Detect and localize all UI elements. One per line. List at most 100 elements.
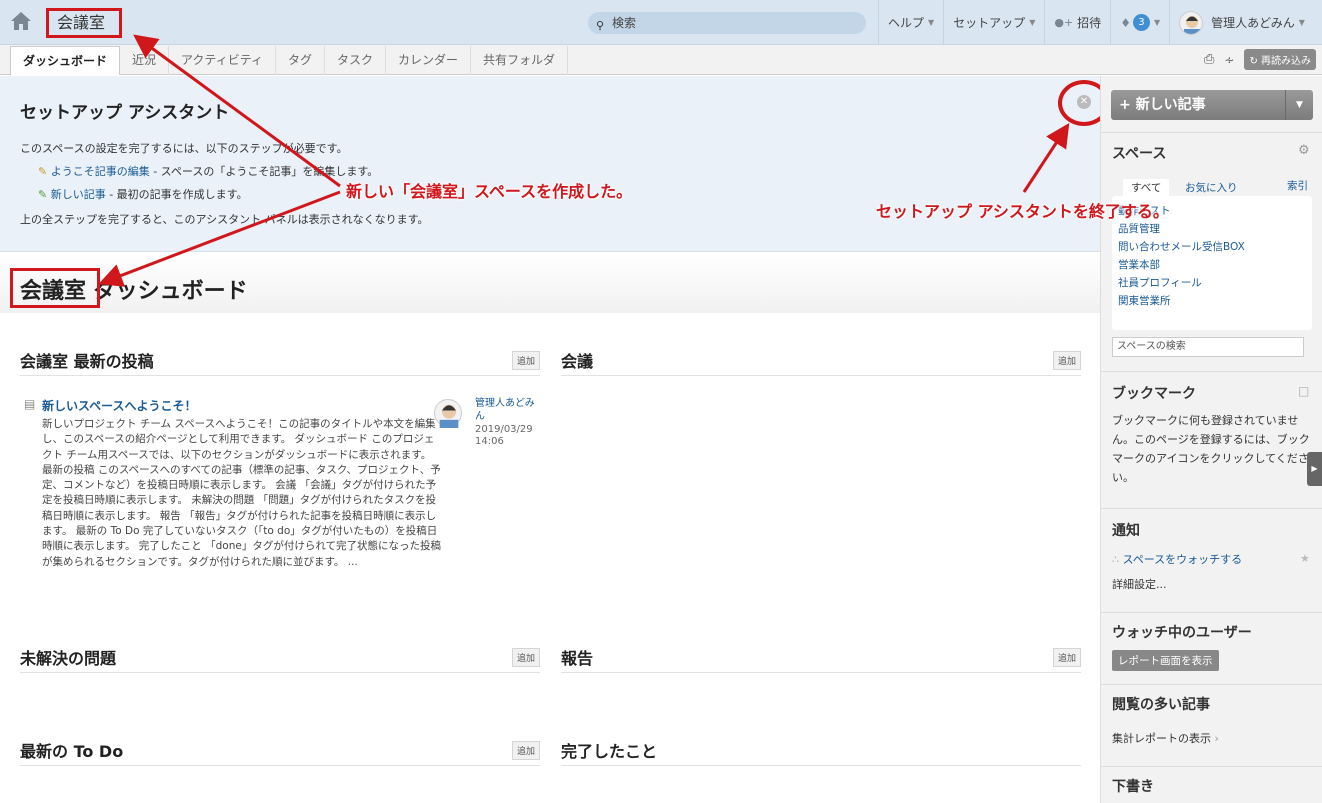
dashboard-annotation-box xyxy=(10,268,100,308)
space-search-input[interactable]: スペースの検索 xyxy=(1112,337,1304,357)
add-user-icon: ●+ xyxy=(1054,16,1074,29)
filter-all-tab[interactable]: すべて xyxy=(1123,179,1170,197)
setup-footer: 上の全ステップを完了すると、このアシスタント パネルは表示されなくなります。 xyxy=(20,213,429,226)
bookmarks-title: ブックマーク xyxy=(1112,386,1196,402)
section-done: 完了したこと xyxy=(561,736,1081,766)
post-title-link[interactable]: 新しいスペースへようこそ！ xyxy=(24,399,197,413)
tab-dashboard[interactable]: ダッシュボード xyxy=(10,46,121,75)
add-button[interactable]: 追加 xyxy=(511,741,540,760)
setup-intro: このスペースの設定を完了するには、以下のステップが必要です。 xyxy=(20,142,348,155)
add-button[interactable]: 追加 xyxy=(1052,648,1081,667)
new-post-label: 新しい記事 xyxy=(1135,97,1206,113)
watch-icon: ∴ xyxy=(1112,553,1119,566)
print-icon[interactable]: ⎙ xyxy=(1204,52,1214,67)
tab-tasks[interactable]: タスク xyxy=(325,46,387,75)
new-post-link[interactable]: 新しい記事 xyxy=(51,188,106,201)
chevron-right-icon: › xyxy=(1214,732,1219,745)
section-title: 報告 xyxy=(561,649,594,668)
chevron-down-icon: ▼ xyxy=(1029,18,1036,27)
add-button[interactable]: 追加 xyxy=(1052,351,1081,370)
list-item[interactable]: 品質管理 xyxy=(1118,220,1306,238)
chevron-down-icon: ▼ xyxy=(1298,18,1305,27)
annotation-close: セットアップ アシスタントを終了する。 xyxy=(876,202,1169,221)
help-menu[interactable]: ヘルプ ▼ xyxy=(878,0,943,45)
section-todo: 最新の To Do 追加 xyxy=(20,736,540,766)
bookmarks-empty-text: ブックマークに何も登録されていません。このページを登録するには、ブックマークのア… xyxy=(1112,414,1310,484)
section-title: 完了したこと xyxy=(561,742,658,761)
user-menu[interactable]: 管理人あどみん ▼ xyxy=(1169,0,1314,45)
post-item: ▤ 新しいスペースへようこそ！ 新しいプロジェクト チーム スペースへようこそ！… xyxy=(24,397,544,568)
new-post-button[interactable]: + 新しい記事 ▼ xyxy=(1111,90,1313,120)
search-input[interactable]: ⚲ 検索 xyxy=(588,12,866,34)
filter-favorites-tab[interactable]: お気に入り xyxy=(1185,179,1238,197)
author-avatar xyxy=(434,399,462,430)
notify-title: 通知 xyxy=(1112,523,1140,539)
notifications-button[interactable]: ♦ 3 ▼ xyxy=(1110,0,1169,45)
list-item[interactable]: 営業本部 xyxy=(1118,256,1306,274)
section-recent-posts: 会議室 最新の投稿 追加 xyxy=(20,346,540,376)
step1-desc: - スペースの「ようこそ記事」を編集します。 xyxy=(149,165,379,178)
tab-shared-folder[interactable]: 共有フォルダ xyxy=(471,46,569,75)
reload-button[interactable]: ↻ 再読み込み xyxy=(1244,49,1316,70)
author-link[interactable]: 管理人あどみん xyxy=(475,397,541,423)
edit-welcome-link[interactable]: ようこそ記事の編集 xyxy=(51,165,150,178)
section-title: 未解決の問題 xyxy=(20,649,117,668)
detail-settings-link[interactable]: 詳細設定... xyxy=(1112,575,1317,594)
stats-report-label: 集計レポートの表示 xyxy=(1112,732,1211,745)
dashboard-title: ダッシュボード xyxy=(86,279,248,304)
tab-recent[interactable]: 近況 xyxy=(120,46,170,75)
section-issues: 未解決の問題 追加 xyxy=(20,643,540,673)
post-date: 2019/03/29 14:06 xyxy=(475,424,533,447)
annotation-created: 新しい「会議室」スペースを作成した。 xyxy=(346,182,633,201)
tab-tags[interactable]: タグ xyxy=(276,46,326,75)
section-title: 最新の To Do xyxy=(20,742,124,761)
section-reports: 報告 追加 xyxy=(561,643,1081,673)
user-name: 管理人あどみん xyxy=(1211,16,1295,30)
section-title: 会議 xyxy=(561,352,594,371)
invite-label: 招待 xyxy=(1077,16,1102,30)
list-item[interactable]: 関東営業所 xyxy=(1118,292,1306,310)
report-button[interactable]: レポート画面を表示 xyxy=(1112,650,1219,671)
star-icon[interactable]: ★ xyxy=(1300,552,1310,565)
spaces-title: スペース xyxy=(1112,146,1167,162)
new-post-icon: ✎ xyxy=(38,188,48,201)
step2-desc: - 最初の記事を作成します。 xyxy=(105,188,248,201)
plus-icon: + xyxy=(1119,97,1131,113)
bookmark-icon[interactable]: □ xyxy=(1298,384,1309,398)
setup-step-edit: ✎ ようこそ記事の編集 - スペースの「ようこそ記事」を編集します。 xyxy=(38,163,378,179)
sidebar: + 新しい記事 ▼ スペース ⚙ すべて お気に入り 索引 動作テスト 品質管理 … xyxy=(1100,76,1322,803)
add-button[interactable]: 追加 xyxy=(511,648,540,667)
search-icon: ⚲ xyxy=(596,19,605,32)
bell-icon: ♦ xyxy=(1120,15,1131,30)
section-meetings: 会議 追加 xyxy=(561,346,1081,376)
watch-space-link[interactable]: スペースをウォッチする xyxy=(1123,553,1243,566)
chevron-down-icon: ▼ xyxy=(928,18,935,27)
home-icon[interactable] xyxy=(10,11,32,31)
dashboard-header: 会議室 ダッシュボード xyxy=(0,253,1100,313)
list-item[interactable]: 問い合わせメール受信BOX xyxy=(1118,238,1306,256)
index-link[interactable]: 索引 xyxy=(1287,177,1308,195)
tab-activity[interactable]: アクティビティ xyxy=(169,46,276,75)
setup-menu[interactable]: セットアップ ▼ xyxy=(943,0,1044,45)
search-placeholder: 検索 xyxy=(612,16,637,30)
setup-assistant-panel: セットアップ アシスタント このスペースの設定を完了するには、以下のステップが必… xyxy=(0,76,1100,252)
space-name[interactable]: 会議室 xyxy=(46,8,122,38)
setup-label: セットアップ xyxy=(953,16,1026,30)
stats-report-link[interactable]: 集計レポートの表示 › xyxy=(1112,729,1317,748)
watch-space-row: ∴ スペースをウォッチする xyxy=(1112,550,1317,569)
setup-title: セットアップ アシスタント xyxy=(20,103,230,123)
reload-label: 再読み込み xyxy=(1261,56,1311,67)
document-icon: ▤ xyxy=(24,397,36,411)
rss-icon[interactable]: ∻ xyxy=(1224,53,1234,67)
chevron-down-icon[interactable]: ▼ xyxy=(1285,90,1313,120)
setup-step-new: ✎ 新しい記事 - 最初の記事を作成します。 xyxy=(38,186,248,202)
invite-button[interactable]: ●+ 招待 xyxy=(1044,0,1110,45)
gear-icon[interactable]: ⚙ xyxy=(1298,143,1310,158)
sidebar-toggle-handle[interactable]: ▶ xyxy=(1307,452,1322,486)
edit-icon: ✎ xyxy=(38,165,48,178)
list-item[interactable]: 社員プロフィール xyxy=(1118,274,1306,292)
drafts-title: 下書き xyxy=(1112,779,1154,795)
tab-calendar[interactable]: カレンダー xyxy=(386,46,472,75)
chevron-down-icon: ▼ xyxy=(1153,18,1161,27)
add-button[interactable]: 追加 xyxy=(511,351,540,370)
